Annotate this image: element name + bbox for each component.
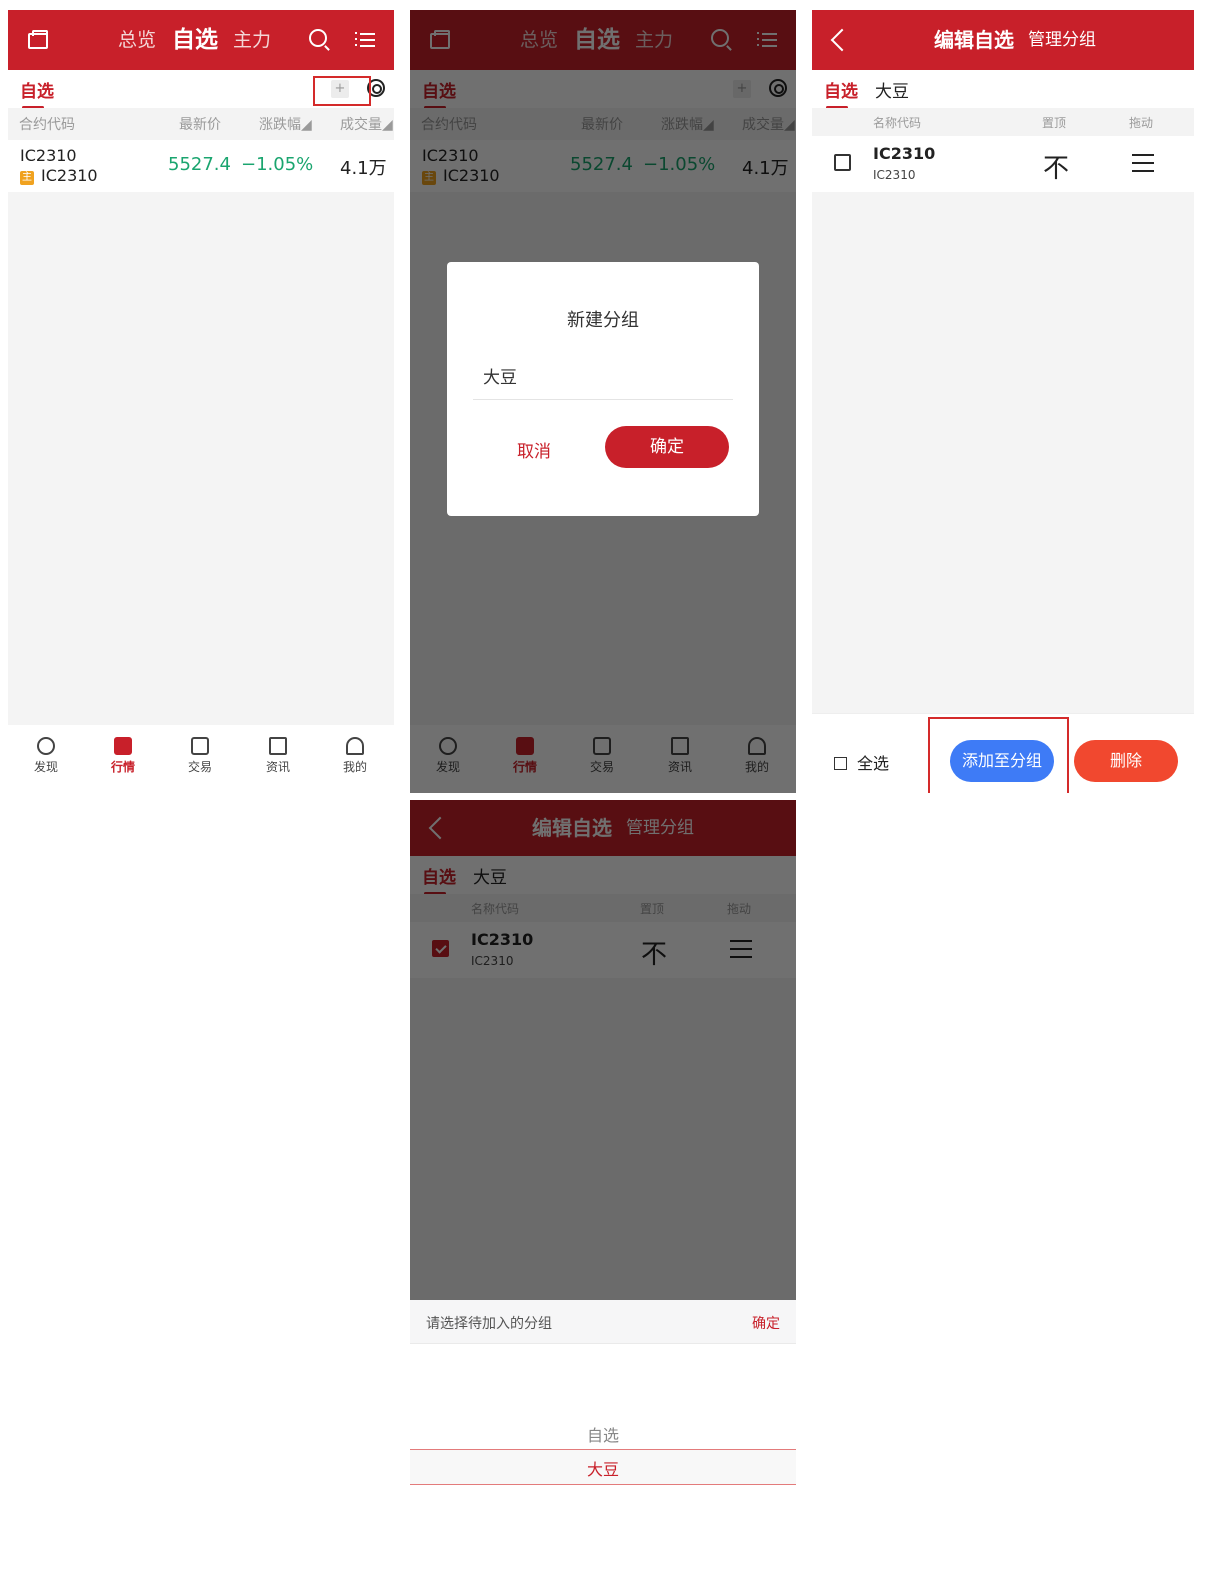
new-group-dialog: 新建分组 大豆 取消 确定 — [447, 262, 759, 516]
manage-groups-link[interactable]: 管理分组 — [1028, 10, 1096, 70]
col-contract-code: 合约代码 — [19, 117, 75, 133]
picker-title: 请选择待加入的分组 — [426, 1316, 552, 1332]
compass-icon — [37, 737, 55, 755]
main-contract-badge: 主 — [20, 171, 34, 185]
drag-handle-icon[interactable] — [1132, 154, 1154, 172]
nav-label: 资讯 — [265, 760, 290, 774]
col-change[interactable]: 涨跌幅◢ — [259, 114, 312, 134]
group-tab-watchlist[interactable]: 自选 — [20, 77, 54, 109]
pin-to-top-icon[interactable]: 不 — [1043, 148, 1069, 185]
highlight-box — [928, 717, 1069, 793]
picker-option-watchlist[interactable]: 自选 — [410, 1422, 796, 1446]
volume: 4.1万 — [340, 158, 387, 179]
search-icon[interactable] — [309, 29, 327, 47]
news-icon — [269, 737, 287, 755]
nav-label: 行情 — [110, 760, 135, 774]
dialog-title: 新建分组 — [567, 310, 639, 331]
picker-bottom-line — [410, 1484, 796, 1485]
modal-overlay[interactable] — [410, 800, 796, 1300]
nav-me[interactable]: 我的 — [330, 737, 380, 775]
column-header: 合约代码 最新价 涨跌幅◢ 成交量◢ — [8, 108, 394, 140]
select-all-label: 全选 — [857, 754, 890, 773]
chart-icon — [114, 737, 132, 755]
highlight-box — [313, 76, 371, 106]
delete-button[interactable]: 删除 — [1074, 740, 1178, 782]
group-name-input[interactable]: 大豆 — [473, 360, 733, 400]
new-group-screen: 总览 自选 主力 自选 + 合约代码 最新价 涨跌幅◢ 成交量◢ IC2310 … — [410, 10, 796, 793]
empty-area — [8, 192, 394, 725]
col-last-price[interactable]: 最新价 — [179, 114, 221, 134]
edit-watchlist-screen: 编辑自选 管理分组 自选 大豆 名称代码 置顶 拖动 IC2310 IC2310… — [812, 10, 1194, 793]
picker-header: 请选择待加入的分组 确定 — [410, 1300, 796, 1344]
col-drag: 拖动 — [1129, 116, 1154, 130]
group-tab-soybean[interactable]: 大豆 — [875, 77, 909, 102]
last-price: 5527.4 — [168, 154, 231, 175]
empty-area — [812, 192, 1194, 713]
nav-trade[interactable]: 交易 — [175, 737, 225, 775]
edit-title: 编辑自选 — [934, 28, 1014, 52]
group-picker-screen: 编辑自选 管理分组 自选 大豆 名称代码 置顶 拖动 IC2310 IC2310… — [410, 800, 796, 1587]
checkbox-box — [834, 757, 847, 770]
tab-overview[interactable]: 总览 — [118, 10, 156, 70]
select-all-checkbox[interactable]: 全选 — [834, 750, 889, 774]
nav-discover[interactable]: 发现 — [21, 737, 71, 775]
col-name-code: 名称代码 — [873, 116, 922, 130]
picker-confirm-button[interactable]: 确定 — [752, 1313, 780, 1333]
bottom-nav: 发现 行情 交易 资讯 我的 — [8, 725, 394, 793]
group-tab-watchlist[interactable]: 自选 — [824, 77, 858, 109]
list-item[interactable]: IC2310 IC2310 不 — [812, 136, 1194, 192]
app-header: 总览 自选 主力 — [8, 10, 394, 70]
nav-label: 交易 — [187, 760, 212, 774]
confirm-button[interactable]: 确定 — [605, 426, 729, 468]
watchlist-screen: 总览 自选 主力 自选 + 合约代码 最新价 涨跌幅◢ 成交量◢ IC2310 … — [8, 10, 394, 793]
group-picker-sheet: 请选择待加入的分组 确定 自选 大豆 — [410, 1300, 796, 1587]
user-icon — [346, 737, 364, 755]
picker-option-soybean[interactable]: 大豆 — [410, 1456, 796, 1480]
edit-header: 编辑自选 管理分组 — [812, 10, 1194, 70]
row-checkbox[interactable] — [834, 154, 851, 171]
picker-top-line — [410, 1449, 796, 1450]
table-row[interactable]: IC2310 主 IC2310 5527.4 −1.05% 4.1万 — [8, 140, 394, 192]
col-volume[interactable]: 成交量◢ — [340, 114, 393, 134]
contract-cell: IC2310 主 IC2310 — [20, 146, 98, 186]
change-percent: −1.05% — [241, 154, 314, 175]
nav-news[interactable]: 资讯 — [253, 737, 303, 775]
nav-market[interactable]: 行情 — [98, 737, 148, 775]
nav-label: 发现 — [33, 760, 58, 774]
contract-code: IC2310 — [20, 146, 77, 165]
list-menu-icon[interactable] — [355, 32, 375, 48]
back-icon[interactable] — [830, 28, 854, 52]
nav-label: 我的 — [342, 760, 367, 774]
cancel-button[interactable]: 取消 — [517, 437, 551, 462]
tab-watchlist[interactable]: 自选 — [172, 10, 218, 70]
column-header: 名称代码 置顶 拖动 — [812, 108, 1194, 136]
col-pin: 置顶 — [1042, 116, 1067, 130]
group-tabs: 自选 大豆 — [812, 70, 1194, 109]
wallet-icon[interactable] — [28, 30, 48, 49]
contract-code-secondary: IC2310 — [41, 166, 98, 185]
tab-main[interactable]: 主力 — [233, 10, 271, 70]
contract-code: IC2310 — [873, 144, 936, 163]
trade-icon — [191, 737, 209, 755]
contract-code-secondary: IC2310 — [873, 168, 916, 182]
